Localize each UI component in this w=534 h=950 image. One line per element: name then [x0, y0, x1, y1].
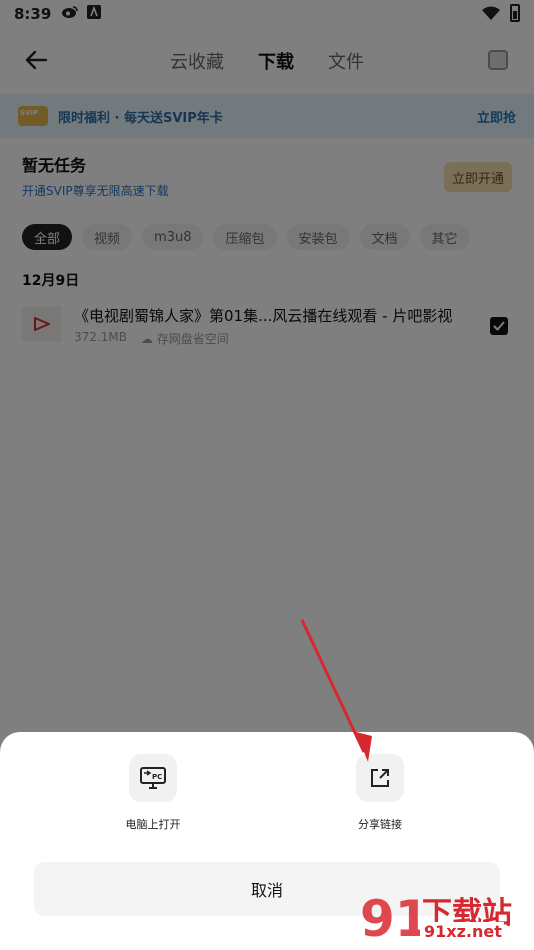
pc-open-button[interactable]: PC: [129, 754, 177, 802]
share-link-button[interactable]: [356, 754, 404, 802]
watermark-logo-icon: 91: [360, 890, 420, 946]
open-on-pc-action[interactable]: PC 电脑上打开: [93, 754, 213, 832]
open-on-pc-label: 电脑上打开: [125, 818, 181, 831]
site-watermark: 91 下载站 91xz.net: [358, 886, 528, 946]
svg-text:PC: PC: [152, 773, 162, 781]
svg-text:91: 91: [360, 890, 420, 946]
watermark-url: 91xz.net: [422, 922, 504, 941]
share-link-action[interactable]: 分享链接: [320, 754, 440, 832]
share-link-label: 分享链接: [358, 818, 402, 831]
share-link-icon: [371, 769, 389, 787]
pc-open-icon: PC: [140, 767, 166, 789]
